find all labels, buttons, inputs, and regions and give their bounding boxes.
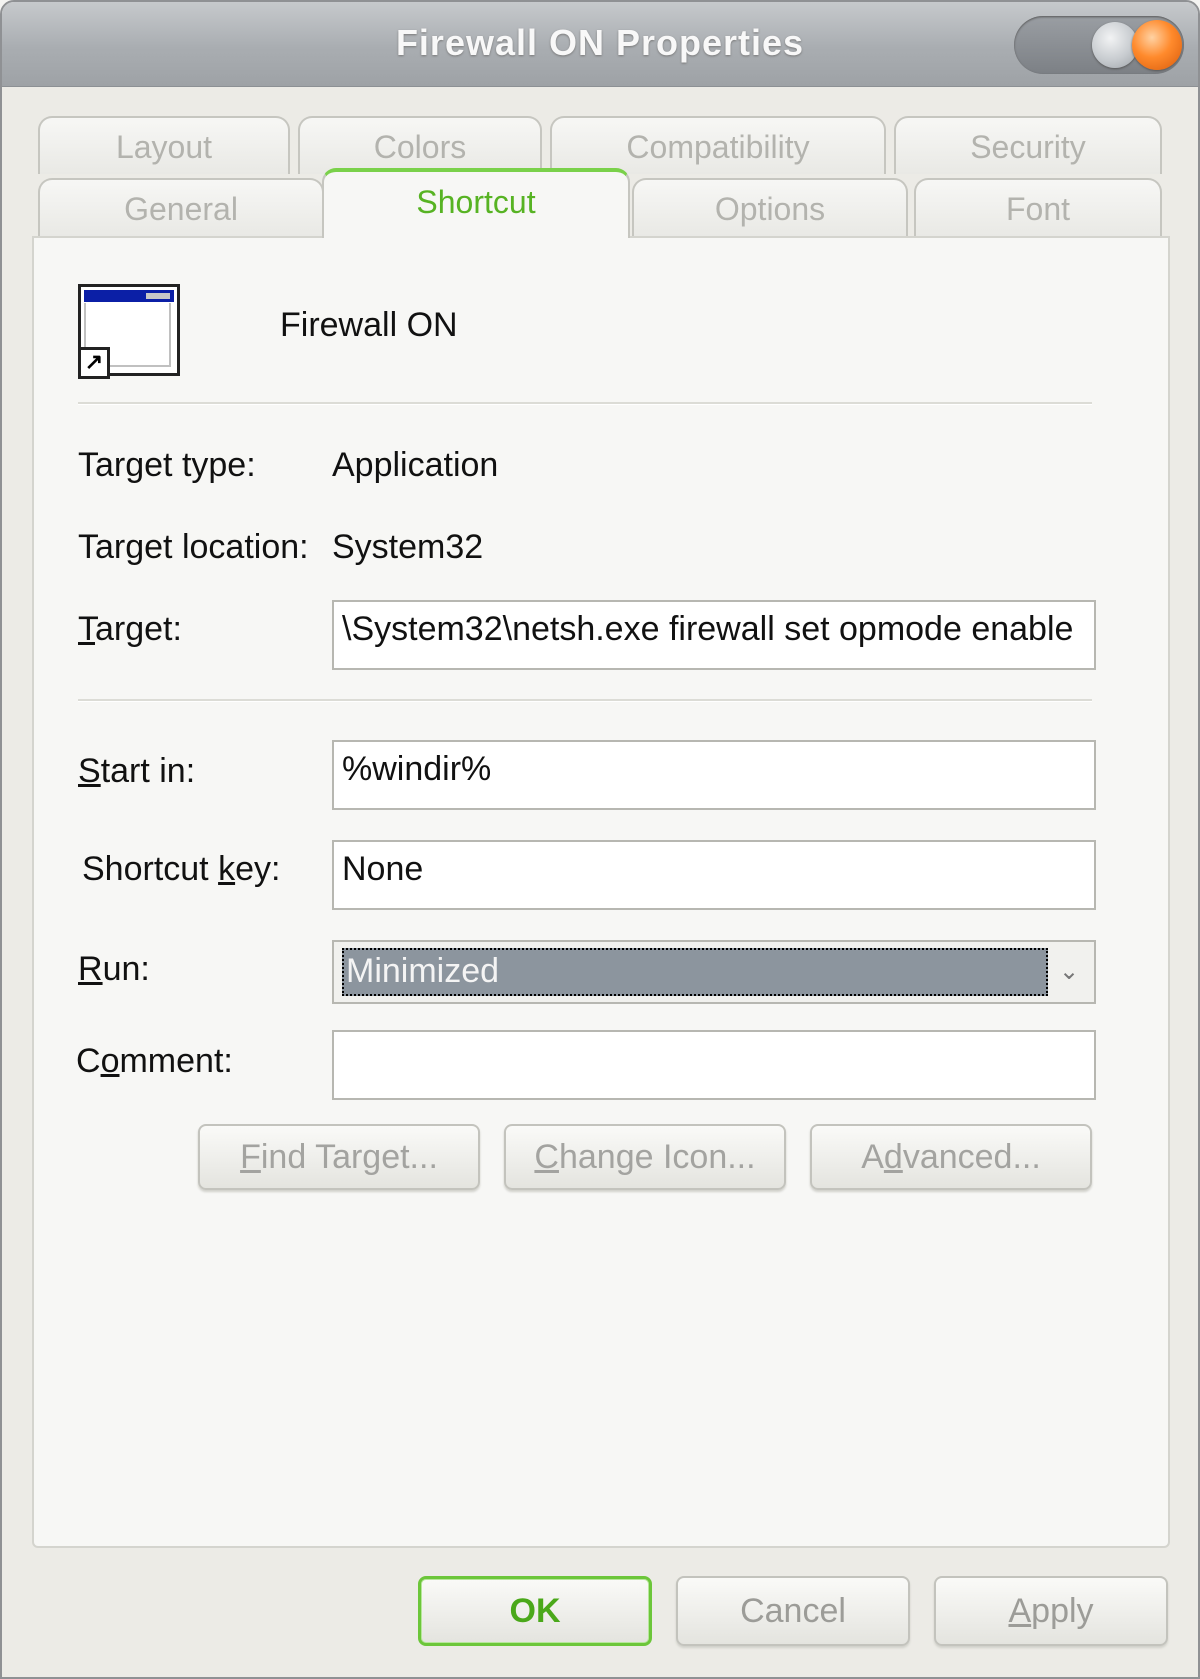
comment-label: Comment: (76, 1042, 233, 1080)
start-in-label: Start in: (78, 752, 196, 790)
target-divider (78, 699, 1092, 702)
tab-general[interactable]: General (38, 178, 324, 236)
tab-colors[interactable]: Colors (298, 116, 542, 174)
target-type-label: Target type: (78, 446, 256, 484)
target-input[interactable]: \System32\netsh.exe firewall set opmode … (332, 600, 1096, 670)
shortcut-key-label: Shortcut key: (82, 850, 281, 888)
application-shortcut-icon: ↗ (78, 284, 180, 379)
run-select[interactable]: Minimized ⌄ (332, 940, 1096, 1004)
target-location-label: Target location: (78, 528, 309, 566)
ok-button[interactable]: OK (418, 1576, 652, 1646)
close-button[interactable] (1132, 20, 1182, 70)
tab-compatibility[interactable]: Compatibility (550, 116, 886, 174)
shortcut-arrow-icon: ↗ (78, 347, 110, 379)
advanced-button[interactable]: Advanced... (810, 1124, 1092, 1190)
run-selected-value: Minimized (342, 948, 1048, 996)
chevron-down-icon[interactable]: ⌄ (1054, 954, 1084, 990)
target-location-value: System32 (332, 528, 484, 566)
title-bar[interactable]: Firewall ON Properties (2, 2, 1198, 87)
tab-font[interactable]: Font (914, 178, 1162, 236)
apply-button[interactable]: Apply (934, 1576, 1168, 1646)
change-icon-button[interactable]: Change Icon... (504, 1124, 786, 1190)
properties-window: Firewall ON Properties Layout Colors Com… (0, 0, 1200, 1679)
tab-options[interactable]: Options (632, 178, 908, 236)
shortcut-key-input[interactable]: None (332, 840, 1096, 910)
start-in-input[interactable]: %windir% (332, 740, 1096, 810)
tab-shortcut[interactable]: Shortcut (322, 168, 630, 238)
tab-layout[interactable]: Layout (38, 116, 290, 174)
cancel-button[interactable]: Cancel (676, 1576, 910, 1646)
target-label: Target: (78, 610, 182, 648)
tab-security[interactable]: Security (894, 116, 1162, 174)
find-target-button[interactable]: Find Target... (198, 1124, 480, 1190)
window-controls (1014, 16, 1184, 74)
target-type-value: Application (332, 446, 499, 484)
run-label: Run: (78, 950, 150, 988)
header-divider (78, 402, 1092, 405)
shortcut-name: Firewall ON (280, 306, 458, 344)
comment-input[interactable] (332, 1030, 1096, 1100)
